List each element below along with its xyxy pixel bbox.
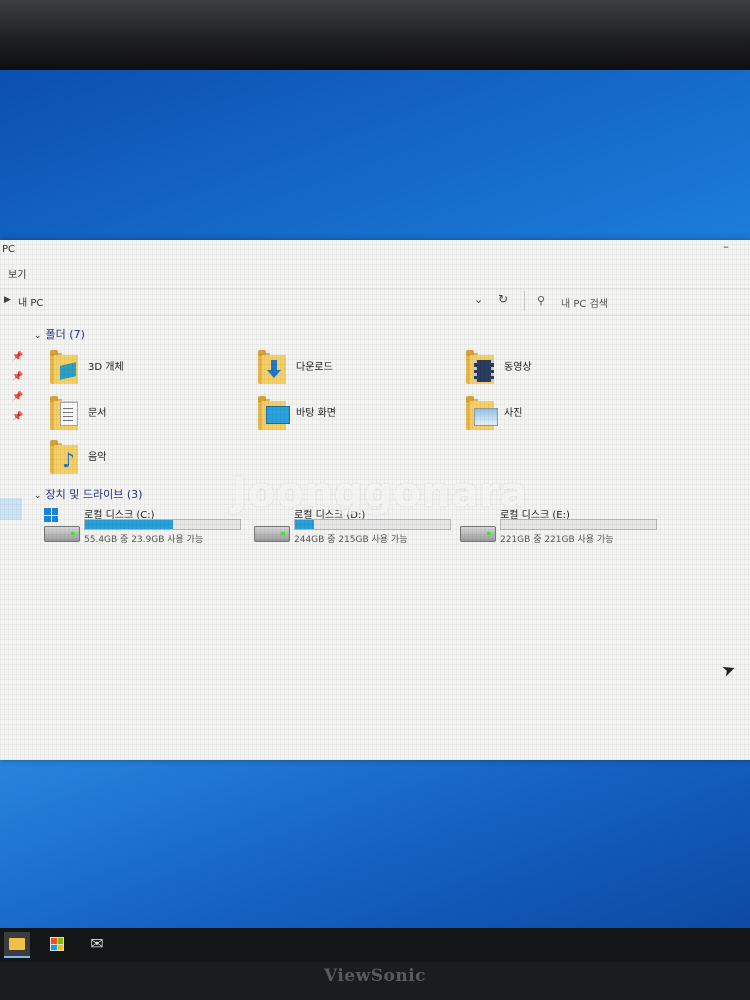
address-row: ▶ 내 PC ⌄ ↻ ⚲ 내 PC 검색	[0, 288, 750, 316]
monitor-brand-logo: ViewSonic	[323, 966, 427, 986]
store-icon[interactable]	[44, 932, 70, 956]
drive-c[interactable]: 로컬 디스크 (C:) 55.4GB 중 23.9GB 사용 가능	[44, 506, 264, 546]
pictures-folder-icon	[466, 396, 498, 430]
drive-e[interactable]: 로컬 디스크 (E:) 221GB 중 221GB 사용 가능	[460, 506, 680, 546]
quick-access-pins: 📌 📌 📌 📌	[12, 352, 23, 432]
desktop-folder-icon	[258, 396, 290, 430]
folder-label: 음악	[88, 452, 107, 463]
folder-label: 바탕 화면	[296, 408, 336, 419]
folders-header-label: 폴더 (7)	[45, 328, 85, 341]
hard-drive-icon	[460, 526, 496, 542]
folder-music[interactable]: ♪ 음악	[50, 440, 230, 480]
drives-section-header[interactable]: ⌄ 장치 및 드라이브 (3)	[34, 486, 142, 502]
folder-label: 사진	[504, 408, 523, 419]
pin-icon[interactable]: 📌	[12, 412, 23, 432]
pin-icon[interactable]: 📌	[12, 372, 23, 392]
hard-drive-icon	[254, 526, 290, 542]
search-placeholder: 내 PC 검색	[561, 299, 608, 310]
file-explorer-window: PC – 보기 ▶ 내 PC ⌄ ↻ ⚲ 내 PC 검색 📌 📌 📌 📌 ⌄ 폴더…	[0, 240, 750, 760]
folder-videos[interactable]: 동영상	[466, 350, 646, 390]
drive-usage-fill	[295, 520, 314, 529]
nav-pane-selected-item[interactable]	[0, 498, 22, 520]
refresh-icon[interactable]: ↻	[498, 292, 508, 306]
drive-free-space: 221GB 중 221GB 사용 가능	[500, 535, 614, 545]
pin-icon[interactable]: 📌	[12, 392, 23, 412]
videos-folder-icon	[466, 350, 496, 384]
chevron-down-icon[interactable]: ⌄	[474, 293, 483, 306]
window-title: PC	[2, 244, 16, 255]
music-folder-icon: ♪	[50, 440, 80, 474]
chevron-down-icon: ⌄	[34, 331, 42, 341]
drive-free-space: 55.4GB 중 23.9GB 사용 가능	[84, 535, 204, 545]
folder-label: 문서	[88, 408, 107, 419]
folder-label: 다운로드	[296, 362, 333, 373]
drive-usage-bar	[500, 519, 657, 530]
title-bar: PC –	[0, 240, 750, 262]
chevron-down-icon: ⌄	[34, 491, 42, 501]
taskbar: ✉	[0, 928, 750, 962]
downloads-folder-icon	[258, 350, 288, 384]
monitor-bezel-top	[0, 0, 750, 70]
folder-label: 동영상	[504, 362, 532, 373]
folder-documents[interactable]: 문서	[50, 396, 230, 436]
windows-logo-icon	[44, 508, 58, 522]
drive-usage-bar	[84, 519, 241, 530]
search-input[interactable]: ⚲ 내 PC 검색	[524, 291, 750, 311]
drive-usage-bar	[294, 519, 451, 530]
folder-desktop[interactable]: 바탕 화면	[258, 396, 438, 436]
folders-section-header[interactable]: ⌄ 폴더 (7)	[34, 326, 85, 342]
folder-downloads[interactable]: 다운로드	[258, 350, 438, 390]
documents-folder-icon	[50, 396, 80, 430]
breadcrumb[interactable]: 내 PC	[18, 294, 43, 309]
3d-objects-folder-icon	[50, 350, 80, 384]
folder-label: 3D 개체	[88, 362, 124, 373]
folder-3d-objects[interactable]: 3D 개체	[50, 350, 230, 390]
drives-header-label: 장치 및 드라이브 (3)	[45, 488, 143, 501]
drive-usage-fill	[85, 520, 174, 529]
hard-drive-icon	[44, 526, 80, 542]
search-icon: ⚲	[537, 294, 546, 307]
ribbon-tab-view[interactable]: 보기	[8, 266, 26, 281]
drive-d[interactable]: 로컬 디스크 (D:) 244GB 중 215GB 사용 가능	[254, 506, 474, 546]
folder-pictures[interactable]: 사진	[466, 396, 646, 436]
mail-icon[interactable]: ✉	[84, 932, 110, 956]
minimize-button[interactable]: –	[716, 240, 736, 258]
chevron-right-icon[interactable]: ▶	[4, 295, 11, 305]
drive-free-space: 244GB 중 215GB 사용 가능	[294, 535, 408, 545]
pin-icon[interactable]: 📌	[12, 352, 23, 372]
file-explorer-icon[interactable]	[4, 932, 30, 958]
